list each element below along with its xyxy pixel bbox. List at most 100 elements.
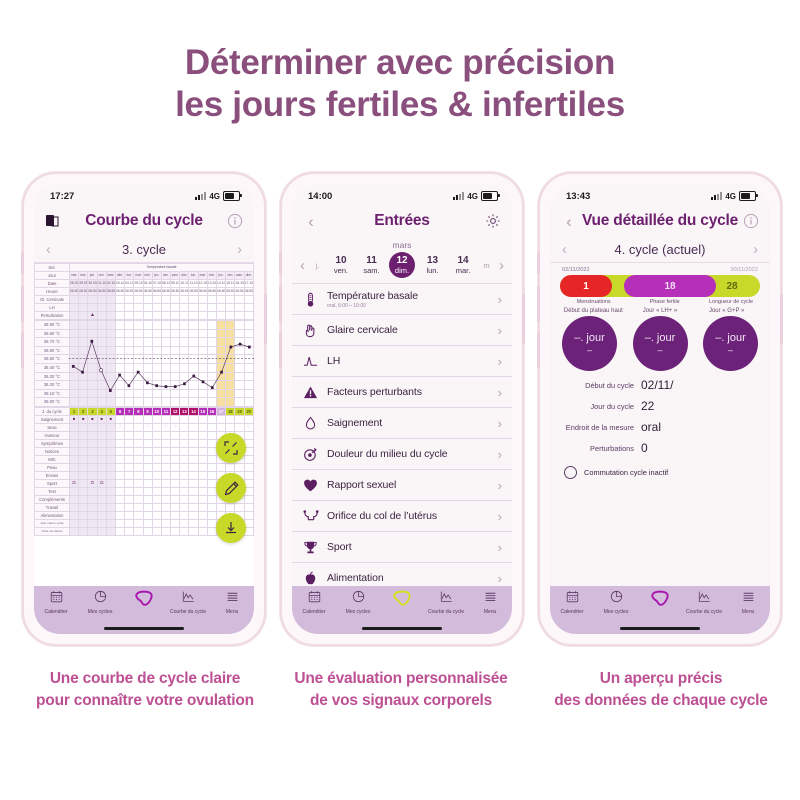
temp-grid-cell bbox=[114, 345, 126, 356]
chevron-right-icon[interactable]: › bbox=[498, 509, 502, 524]
nav-item-mes-cycles[interactable]: Mes cycles bbox=[79, 590, 121, 615]
date-chip-j.[interactable]: j. bbox=[312, 261, 324, 270]
nav-item-menu[interactable]: Menu bbox=[727, 590, 769, 615]
cycle-next-button[interactable]: › bbox=[753, 241, 758, 258]
chevron-right-icon[interactable]: › bbox=[498, 540, 502, 555]
nav-item-calendrier[interactable]: Calendrier bbox=[551, 590, 593, 615]
pencil-icon[interactable] bbox=[216, 473, 246, 503]
nav-item-calendrier[interactable]: Calendrier bbox=[35, 590, 77, 615]
checkbox-icon[interactable] bbox=[564, 466, 577, 479]
chevron-right-icon[interactable]: › bbox=[498, 292, 502, 307]
chart-cell bbox=[243, 414, 254, 424]
nav-item-courbe-du-cycle[interactable]: Courbe du cycle bbox=[683, 590, 725, 615]
entry-item-trophy[interactable]: Sport › bbox=[292, 532, 512, 563]
info-icon[interactable] bbox=[226, 212, 244, 230]
gear-icon[interactable] bbox=[484, 212, 502, 230]
fullscreen-icon[interactable] bbox=[216, 433, 246, 463]
entry-item-heart[interactable]: Rapport sexuel › bbox=[292, 470, 512, 501]
signal-icon bbox=[195, 192, 207, 200]
date-weekday: m bbox=[483, 260, 490, 270]
chevron-right-icon[interactable]: › bbox=[498, 478, 502, 493]
chevron-right-icon[interactable]: › bbox=[498, 416, 502, 431]
temp-grid-cell bbox=[133, 320, 144, 330]
date-chip-13[interactable]: 13 lun. bbox=[420, 255, 446, 275]
temp-grid-cell bbox=[188, 371, 199, 382]
inactive-cycle-toggle[interactable]: Commutation cycle inactif bbox=[560, 466, 760, 479]
detail-row-disturbances: Perturbations 0 bbox=[560, 441, 760, 455]
nav-item-logo[interactable] bbox=[381, 590, 423, 611]
back-chevron-icon[interactable]: ‹ bbox=[560, 212, 578, 230]
chevron-right-icon[interactable]: › bbox=[498, 323, 502, 338]
chart-cell bbox=[160, 295, 172, 304]
date-chip-11[interactable]: 11 sam. bbox=[359, 255, 385, 275]
chart-cell bbox=[96, 303, 107, 312]
date-chip-14[interactable]: 14 mar. bbox=[450, 255, 476, 275]
date-chip-m[interactable]: m bbox=[481, 261, 493, 270]
lower-row-label: Sexe bbox=[34, 422, 70, 432]
chart-cell bbox=[170, 470, 181, 480]
nav-item-logo[interactable] bbox=[639, 590, 681, 611]
stat-circle-gp[interactable]: –. jour – bbox=[703, 316, 758, 371]
entry-item-target[interactable]: Douleur du milieu du cycle › bbox=[292, 439, 512, 470]
chart-cell: 06:50 bbox=[151, 287, 162, 296]
date-next-button[interactable]: › bbox=[497, 257, 506, 274]
chart-cell bbox=[197, 422, 208, 432]
entry-item-lh-peak[interactable]: LH › bbox=[292, 346, 512, 377]
chart-cell bbox=[197, 295, 208, 304]
chart-cell bbox=[179, 462, 190, 472]
chevron-right-icon[interactable]: › bbox=[498, 447, 502, 462]
temp-grid-cell bbox=[170, 397, 181, 407]
nav-item-calendrier[interactable]: Calendrier bbox=[293, 590, 335, 615]
app-bar: Courbe du cycle bbox=[34, 206, 254, 236]
chart-cell bbox=[142, 502, 153, 512]
nav-item-courbe-du-cycle[interactable]: Courbe du cycle bbox=[425, 590, 467, 615]
chart-cell: jeu. bbox=[151, 271, 162, 280]
temp-grid-cell bbox=[87, 328, 98, 339]
info-icon[interactable] bbox=[742, 212, 760, 230]
target-icon bbox=[302, 447, 319, 462]
chart-cell bbox=[170, 502, 181, 512]
circle-sub: – bbox=[727, 345, 733, 355]
document-icon[interactable] bbox=[44, 212, 62, 230]
nav-item-mes-cycles[interactable]: Mes cycles bbox=[337, 590, 379, 615]
temperature-grid[interactable]: 36.90 °C 36.80 °C 36.70 °C 36.60 °C 36.50 °C… bbox=[34, 320, 254, 407]
chevron-right-icon[interactable]: › bbox=[498, 571, 502, 586]
nav-item-courbe-du-cycle[interactable]: Courbe du cycle bbox=[167, 590, 209, 615]
temp-grid-cell bbox=[105, 354, 116, 364]
temp-grid-cell bbox=[160, 362, 172, 373]
chevron-right-icon[interactable]: › bbox=[498, 385, 502, 400]
date-strip[interactable]: ‹ j. 10 ven. 11 sam. 12 dim. 13 lun. 14 mar. m › bbox=[292, 252, 512, 284]
date-prev-button[interactable]: ‹ bbox=[298, 257, 307, 274]
stat-circle-plateau[interactable]: –. jour – bbox=[562, 316, 617, 371]
temp-grid-cell bbox=[160, 345, 172, 356]
stat-circle-lh[interactable]: –. jour – bbox=[632, 316, 688, 371]
date-chip-12[interactable]: 12 dim. bbox=[389, 252, 415, 278]
entry-item-warning[interactable]: Facteurs perturbants › bbox=[292, 377, 512, 408]
nav-item-menu[interactable]: Menu bbox=[469, 590, 511, 615]
nav-item-mes-cycles[interactable]: Mes cycles bbox=[595, 590, 637, 615]
entry-item-hand[interactable]: Glaire cervicale › bbox=[292, 315, 512, 346]
entry-item-thermometer[interactable]: Température basale oral, 6:00 – 10:00 › bbox=[292, 284, 512, 315]
chart-cell bbox=[151, 494, 162, 504]
chart-cell: 15.10 bbox=[225, 279, 236, 288]
entries-list[interactable]: Température basale oral, 6:00 – 10:00 › Gla… bbox=[292, 284, 512, 586]
nav-item-logo[interactable] bbox=[123, 590, 165, 611]
phone-button-power bbox=[264, 294, 267, 344]
nav-item-menu[interactable]: Menu bbox=[211, 590, 253, 615]
chevron-right-icon[interactable]: › bbox=[498, 354, 502, 369]
date-chip-10[interactable]: 10 ven. bbox=[328, 255, 354, 275]
back-chevron-icon[interactable]: ‹ bbox=[302, 212, 320, 230]
cycle-chart[interactable]: Sel. Température basale Jour mar. mer. jeu… bbox=[34, 263, 254, 586]
lower-row-label: IMC bbox=[34, 454, 70, 464]
download-icon[interactable] bbox=[216, 513, 246, 543]
temp-grid-cell bbox=[160, 337, 172, 347]
entry-item-drop[interactable]: Saignement › bbox=[292, 408, 512, 439]
cycle-phase-bar[interactable]: 1 18 28 bbox=[560, 275, 760, 297]
chart-cell bbox=[179, 414, 190, 424]
entry-item-uterus[interactable]: Orifice du col de l’utérus › bbox=[292, 501, 512, 532]
entry-item-apple[interactable]: Alimentation › bbox=[292, 563, 512, 586]
temp-grid-cell bbox=[197, 362, 208, 373]
chart-header-title: Température basale bbox=[69, 263, 254, 272]
chart-cell bbox=[170, 518, 181, 528]
cycle-next-button[interactable]: › bbox=[237, 241, 242, 258]
